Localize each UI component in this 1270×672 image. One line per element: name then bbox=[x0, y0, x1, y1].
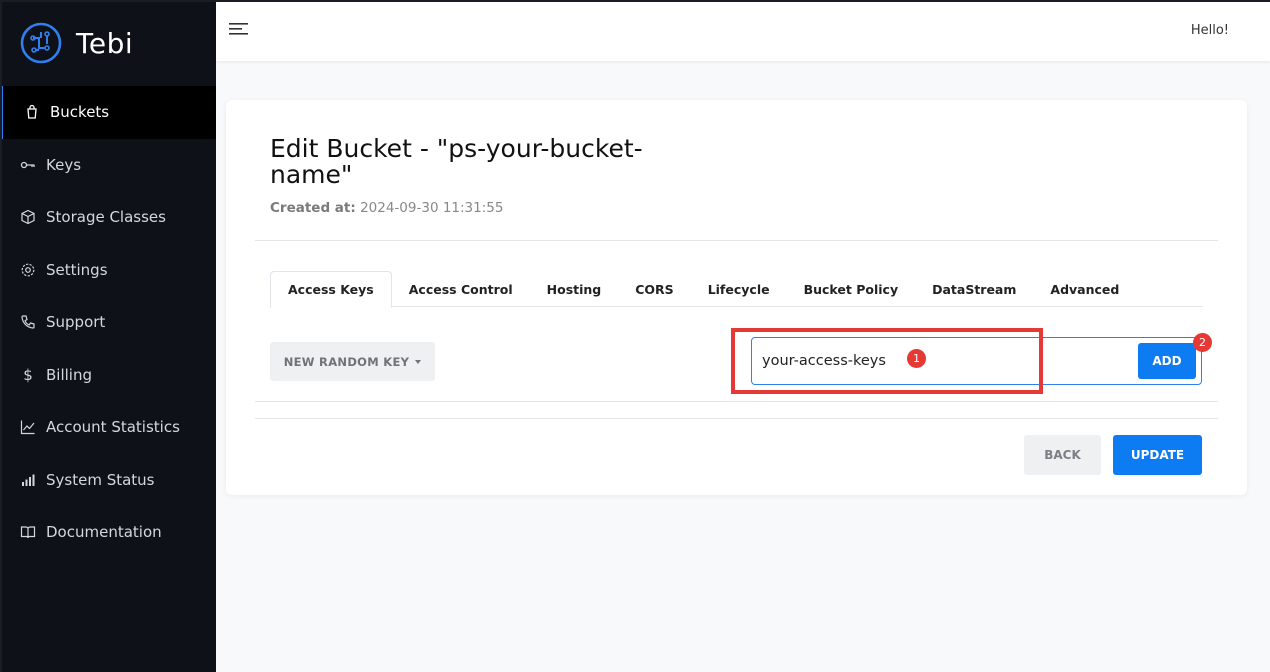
caret-down-icon bbox=[415, 359, 422, 364]
key-icon bbox=[20, 157, 36, 173]
top-bar: Hello! bbox=[216, 0, 1270, 61]
tab-advanced[interactable]: Advanced bbox=[1033, 271, 1136, 307]
tab-hosting[interactable]: Hosting bbox=[530, 271, 619, 307]
greeting: Hello! bbox=[1190, 23, 1229, 38]
tab-lifecycle[interactable]: Lifecycle bbox=[691, 271, 787, 307]
brand-name: Tebi bbox=[76, 26, 134, 60]
tab-bar: Access Keys Access Control Hosting CORS … bbox=[270, 271, 1203, 308]
sidebar-item-label: Account Statistics bbox=[46, 418, 180, 437]
edit-bucket-card: Edit Bucket - "ps-your-bucket-name" Crea… bbox=[226, 100, 1247, 495]
sidebar-item-label: Keys bbox=[46, 155, 82, 174]
sidebar: Tebi Buckets Keys Storage Classes Settin… bbox=[0, 0, 216, 672]
gear-icon bbox=[20, 262, 36, 278]
divider bbox=[255, 240, 1218, 241]
tab-cors[interactable]: CORS bbox=[618, 271, 690, 307]
sidebar-item-label: Documentation bbox=[46, 523, 162, 542]
access-key-input[interactable] bbox=[752, 338, 1132, 384]
sidebar-item-system-status[interactable]: System Status bbox=[0, 454, 216, 507]
divider bbox=[255, 401, 1218, 402]
sidebar-item-settings[interactable]: Settings bbox=[0, 244, 216, 297]
tab-access-keys[interactable]: Access Keys bbox=[270, 271, 392, 308]
sidebar-item-label: Buckets bbox=[50, 103, 110, 122]
sidebar-item-label: Storage Classes bbox=[46, 208, 166, 227]
tab-bucket-policy[interactable]: Bucket Policy bbox=[787, 271, 916, 307]
divider bbox=[255, 418, 1218, 419]
page-title: Edit Bucket - "ps-your-bucket-name" bbox=[270, 134, 643, 189]
tab-datastream[interactable]: DataStream bbox=[915, 271, 1033, 307]
annotation-marker-1: 1 bbox=[907, 349, 926, 368]
brand-logo[interactable]: Tebi bbox=[0, 0, 216, 86]
new-random-key-button[interactable]: NEW RANDOM KEY bbox=[270, 342, 435, 381]
menu-toggle-icon[interactable] bbox=[229, 21, 249, 39]
sidebar-item-label: Support bbox=[46, 313, 106, 332]
new-random-key-label: NEW RANDOM KEY bbox=[283, 354, 410, 369]
dollar-icon: $ bbox=[23, 365, 33, 384]
phone-icon bbox=[20, 314, 36, 330]
signal-bars-icon bbox=[20, 472, 36, 488]
sidebar-item-label: Billing bbox=[46, 365, 92, 384]
chart-line-icon bbox=[20, 419, 36, 435]
update-button[interactable]: UPDATE bbox=[1113, 435, 1202, 475]
created-at-label: Created at: bbox=[270, 200, 356, 216]
bucket-icon bbox=[24, 104, 40, 120]
sidebar-item-buckets[interactable]: Buckets bbox=[0, 86, 216, 139]
sidebar-item-keys[interactable]: Keys bbox=[0, 139, 216, 192]
created-at-value: 2024-09-30 11:31:55 bbox=[360, 200, 504, 216]
sidebar-item-label: Settings bbox=[46, 260, 108, 279]
sidebar-item-documentation[interactable]: Documentation bbox=[0, 506, 216, 559]
tebi-logo-icon bbox=[20, 22, 62, 64]
book-icon bbox=[20, 524, 36, 540]
annotation-marker-2: 2 bbox=[1193, 333, 1212, 352]
back-button[interactable]: BACK bbox=[1024, 435, 1101, 475]
sidebar-item-support[interactable]: Support bbox=[0, 296, 216, 349]
sidebar-item-label: System Status bbox=[46, 470, 155, 489]
access-key-input-group: ADD bbox=[751, 337, 1202, 385]
add-key-button[interactable]: ADD bbox=[1138, 343, 1196, 379]
cube-icon bbox=[20, 209, 36, 225]
created-at: Created at: 2024-09-30 11:31:55 bbox=[270, 200, 503, 216]
sidebar-item-billing[interactable]: $ Billing bbox=[0, 349, 216, 402]
sidebar-item-storage-classes[interactable]: Storage Classes bbox=[0, 191, 216, 244]
sidebar-item-account-statistics[interactable]: Account Statistics bbox=[0, 401, 216, 454]
tab-access-control[interactable]: Access Control bbox=[392, 271, 530, 307]
